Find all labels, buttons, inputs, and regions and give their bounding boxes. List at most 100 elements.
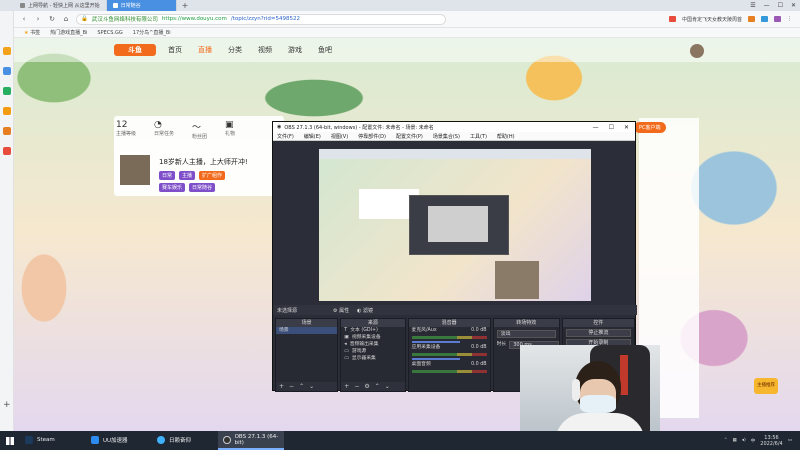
stop-streaming-button[interactable]: 停止推流 [565, 329, 631, 337]
new-tab-button[interactable]: + [177, 1, 194, 10]
network-icon[interactable]: ▦ [732, 438, 736, 443]
obs-preview[interactable] [319, 149, 591, 301]
search-hint[interactable]: 中国肯定飞天女教天陵周首 [682, 16, 742, 23]
taskbar-item-uu[interactable]: UU加速器 [86, 431, 152, 450]
minimize-button[interactable]: — [593, 124, 599, 131]
source-item[interactable]: ▭ 显示器采集 [341, 355, 404, 362]
face-mask [580, 395, 616, 413]
volume-slider[interactable] [411, 341, 461, 343]
tag[interactable]: 主播 [179, 171, 196, 180]
nav-live[interactable]: 直播 [198, 45, 212, 55]
stat-task[interactable]: ◔ 日常任务 [154, 120, 174, 140]
clock[interactable]: 13:56 2022/6/4 [760, 435, 782, 447]
add-icon[interactable]: + [3, 401, 11, 410]
extension-icon[interactable] [774, 16, 781, 22]
remove-icon[interactable]: − [289, 383, 294, 390]
remove-icon[interactable]: − [354, 383, 359, 390]
add-icon[interactable]: + [279, 383, 284, 390]
extension-icon[interactable] [748, 16, 755, 22]
stat-level[interactable]: 12 主播等级 [116, 120, 136, 140]
start-button[interactable] [0, 431, 20, 450]
notification-icon[interactable]: ▭ [788, 438, 792, 443]
home-button[interactable]: ⌂ [62, 15, 70, 23]
nav-game[interactable]: 游戏 [288, 45, 302, 55]
tag[interactable]: 日常 [159, 171, 176, 180]
bookmark-item[interactable]: 热门游戏直播_Bi [50, 29, 87, 36]
tab-nav-home[interactable]: 上网导航 - 轻快上网 从这里开始 [14, 0, 107, 11]
app-icon[interactable] [3, 67, 11, 75]
chevron-up-icon[interactable]: ⌃ [375, 383, 380, 390]
streamer-avatar[interactable] [118, 153, 152, 187]
chat-icon[interactable] [3, 87, 11, 95]
menu-edit[interactable]: 编辑(E) [304, 133, 321, 140]
source-item[interactable]: ◂ 音频输出采集 [341, 341, 404, 348]
forward-button[interactable]: › [34, 15, 42, 23]
taskbar-item-browser[interactable]: 日赖奋仰 [152, 431, 218, 450]
chevron-down-icon[interactable]: ⌄ [385, 383, 390, 390]
taskbar-item-steam[interactable]: Steam [20, 431, 86, 450]
filters-button[interactable]: ◐ 滤镜 [357, 307, 373, 314]
chevron-down-icon[interactable]: ⌄ [309, 383, 314, 390]
menu-scene-collection[interactable]: 场景集合(S) [433, 133, 460, 140]
refresh-button[interactable]: ↻ [48, 15, 56, 23]
douyu-icon [112, 3, 118, 8]
action-button[interactable]: 日常随谷 [189, 183, 216, 192]
bookmark-item[interactable]: 17分鸟^直播_Bi [133, 29, 171, 36]
chevron-up-icon[interactable]: ⌃ [299, 383, 304, 390]
browser-icon [157, 435, 165, 444]
menu-profile[interactable]: 配置文件(P) [396, 133, 423, 140]
maximize-button[interactable]: ☐ [778, 2, 783, 9]
mail-icon[interactable] [3, 147, 11, 155]
properties-button[interactable]: ⚙ 属性 [333, 307, 349, 314]
scene-item[interactable]: 场景 [276, 327, 338, 334]
douyu-logo[interactable]: 斗鱼 [114, 44, 156, 56]
stat-fans[interactable]: 〜粉丝团 [192, 120, 207, 140]
tab-douyu[interactable]: 日常随谷 [106, 0, 177, 11]
pc-client-button[interactable]: PC客户端 [634, 122, 666, 133]
more-icon[interactable]: ⋮ [787, 16, 792, 22]
nav-video[interactable]: 视频 [258, 45, 272, 55]
favorites-icon[interactable] [3, 47, 11, 55]
uu-icon [91, 435, 99, 444]
bookmark-item[interactable]: SPECS.GG [97, 30, 122, 36]
promo-badge[interactable]: 主播推荐 [754, 378, 778, 394]
transition-select[interactable]: 淡出 [496, 330, 556, 338]
volume-icon[interactable]: ◂) [742, 438, 746, 443]
source-item[interactable]: T 文本 (GDI+) [341, 327, 404, 334]
room-tags: 日常 主播 扩广组作 [159, 171, 226, 180]
add-icon[interactable]: + [344, 383, 349, 390]
menu-icon[interactable]: ☰ [750, 2, 755, 9]
close-button[interactable]: ✕ [624, 124, 629, 131]
back-button[interactable]: ‹ [20, 15, 28, 23]
volume-slider[interactable] [411, 358, 461, 360]
language-icon[interactable]: 中 [751, 438, 756, 444]
action-button[interactable]: 赛车娱乐 [159, 183, 186, 192]
taskbar-item-obs[interactable]: OBS 27.1.3 (64-bit) [218, 431, 284, 450]
nav-yuba[interactable]: 鱼吧 [318, 45, 332, 55]
game-icon[interactable] [3, 107, 11, 115]
search-engine-icon[interactable] [668, 16, 676, 22]
url-field[interactable]: 🔒 武汉斗鱼网络科技有限公司 https://www.douyu.com/top… [76, 13, 446, 25]
close-button[interactable]: ✕ [791, 2, 796, 9]
room-stats: 12 主播等级 ◔ 日常任务 〜粉丝团 ▣ 礼物 [116, 120, 235, 140]
bookmark-item[interactable]: ★ 书签 [24, 29, 40, 36]
source-item[interactable]: ▣ 视频采集设备 [341, 334, 404, 341]
minimize-button[interactable]: — [764, 2, 770, 9]
stat-gift[interactable]: ▣ 礼物 [225, 120, 235, 140]
avatar[interactable] [690, 44, 704, 58]
extension-icon[interactable] [761, 16, 768, 22]
tag[interactable]: 扩广组作 [199, 171, 226, 180]
menu-tools[interactable]: 工具(T) [470, 133, 487, 140]
menu-view[interactable]: 视图(V) [331, 133, 348, 140]
video-icon[interactable] [3, 127, 11, 135]
maximize-button[interactable]: ☐ [609, 124, 614, 131]
chevron-up-icon[interactable]: ⌃ [724, 438, 728, 443]
menu-help[interactable]: 帮助(H) [497, 133, 515, 140]
nav-category[interactable]: 分类 [228, 45, 242, 55]
source-item[interactable]: ▭ 游戏源 [341, 348, 404, 355]
window-controls: ☰ — ☐ ✕ [750, 0, 796, 11]
menu-file[interactable]: 文件(F) [277, 133, 294, 140]
gear-icon[interactable]: ⚙ [364, 383, 369, 390]
nav-home[interactable]: 首页 [168, 45, 182, 55]
menu-docks[interactable]: 停靠部件(D) [358, 133, 386, 140]
